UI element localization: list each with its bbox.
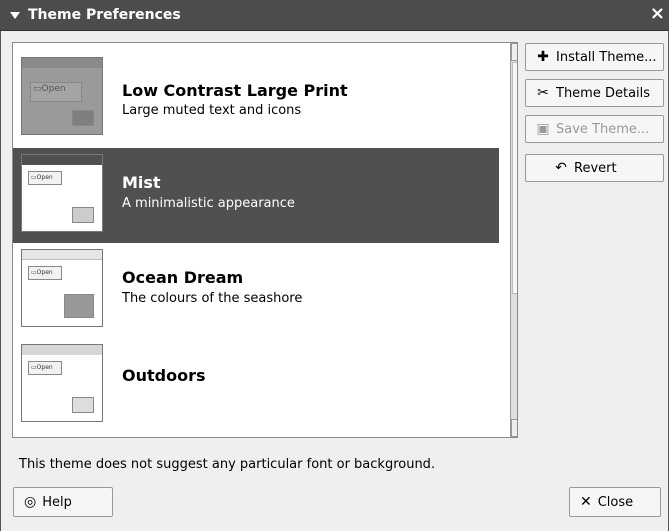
theme-thumbnail: ▭Open — [21, 154, 103, 232]
thumb-open-icon: ▭Open — [28, 266, 62, 280]
window-menu-icon[interactable] — [10, 11, 20, 19]
folder-icon — [64, 294, 94, 318]
thumb-open-icon: ▭Open — [28, 171, 62, 185]
theme-description: A minimalistic appearance — [122, 196, 295, 211]
scrollbar-thumb[interactable] — [512, 62, 517, 294]
theme-list-scrollbar[interactable]: ▲ ▼ — [510, 43, 517, 437]
install-theme-button[interactable]: ✚ Install Theme... — [525, 43, 664, 71]
theme-details-button[interactable]: ✂ Theme Details — [525, 79, 664, 107]
folder-icon — [72, 397, 94, 413]
theme-row-mist[interactable]: ▭Open Mist A minimalistic appearance — [13, 148, 499, 243]
theme-thumbnail: ▭Open — [21, 249, 103, 327]
theme-row-ocean-dream[interactable]: ▭Open Ocean Dream The colours of the sea… — [13, 243, 499, 338]
dialog-body: ▭Open Low Contrast Large Print Large mut… — [0, 31, 669, 531]
close-button[interactable]: ✕ Close — [569, 487, 661, 517]
folder-icon — [72, 207, 94, 223]
folder-icon — [72, 110, 94, 126]
scroll-down-icon[interactable]: ▼ — [511, 419, 517, 437]
theme-name: Low Contrast Large Print — [122, 81, 348, 100]
scroll-up-icon[interactable]: ▲ — [511, 43, 517, 61]
theme-thumbnail: ▭Open — [21, 344, 103, 422]
close-icon: ✕ — [580, 494, 592, 510]
theme-row-outdoors[interactable]: ▭Open Outdoors — [13, 338, 499, 437]
thumb-open-icon: ▭Open — [30, 82, 82, 102]
help-button[interactable]: ◎ Help — [13, 487, 113, 517]
scissors-icon: ✂ — [537, 85, 549, 101]
window-titlebar: Theme Preferences × — [0, 0, 669, 31]
status-text: This theme does not suggest any particul… — [19, 457, 436, 472]
window-close-icon[interactable]: × — [650, 3, 665, 24]
theme-description: Large muted text and icons — [122, 103, 302, 118]
window-title: Theme Preferences — [28, 7, 181, 23]
theme-row-low-contrast[interactable]: ▭Open Low Contrast Large Print Large mut… — [13, 43, 499, 148]
save-icon: ▣ — [536, 121, 550, 137]
theme-name: Outdoors — [122, 366, 206, 385]
undo-icon: ↶ — [555, 160, 567, 176]
lifebuoy-icon: ◎ — [24, 494, 37, 510]
theme-description: The colours of the seashore — [122, 291, 303, 306]
theme-thumbnail: ▭Open — [21, 57, 103, 135]
thumb-open-icon: ▭Open — [28, 361, 62, 375]
save-theme-button[interactable]: ▣ Save Theme... — [525, 115, 664, 143]
theme-list[interactable]: ▭Open Low Contrast Large Print Large mut… — [12, 42, 518, 438]
theme-name: Ocean Dream — [122, 268, 244, 287]
theme-name: Mist — [122, 173, 161, 192]
plus-icon: ✚ — [537, 49, 549, 65]
revert-button[interactable]: ↶ Revert — [525, 154, 664, 182]
